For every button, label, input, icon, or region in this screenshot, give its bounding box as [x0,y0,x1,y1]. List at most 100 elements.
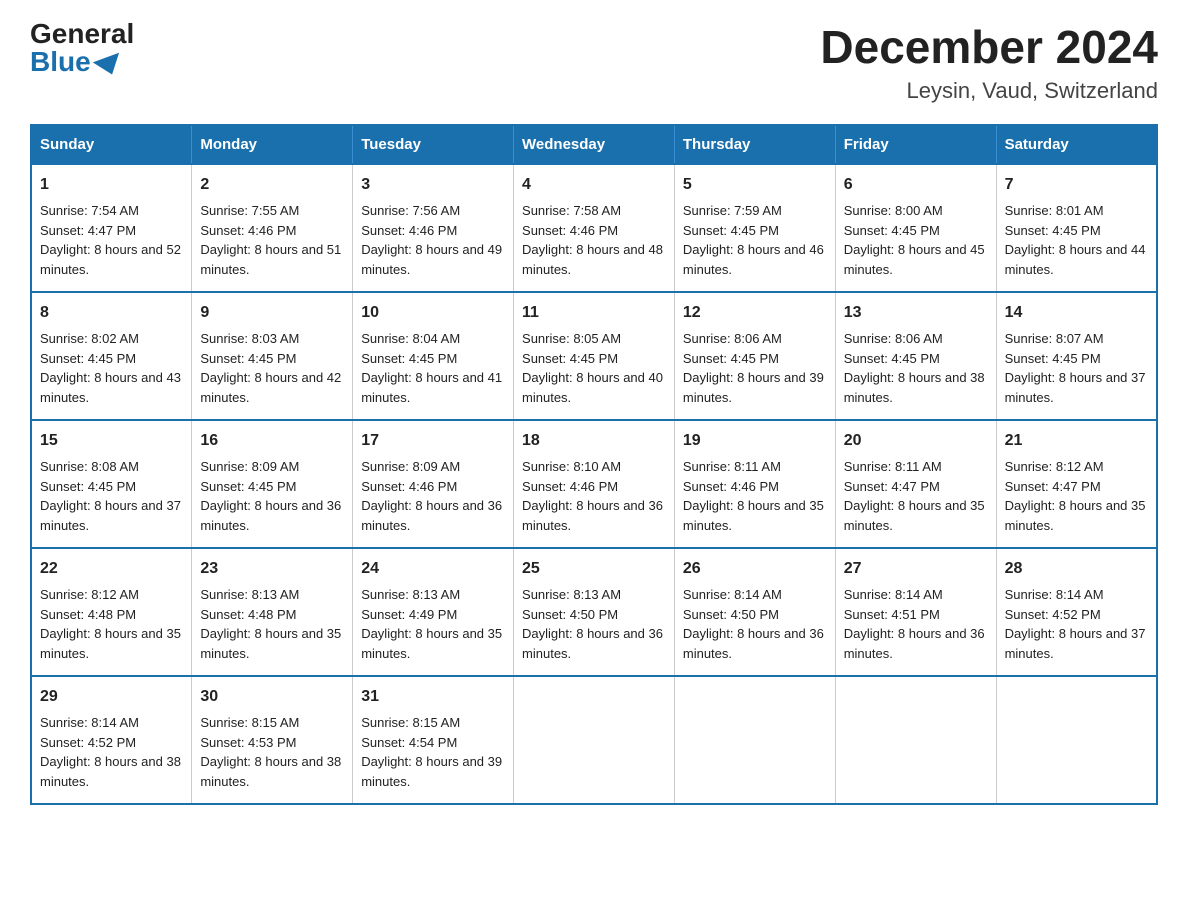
day-info: Sunrise: 8:05 AMSunset: 4:45 PMDaylight:… [522,331,663,405]
calendar-cell: 22 Sunrise: 8:12 AMSunset: 4:48 PMDayligh… [31,548,192,676]
calendar-cell: 20 Sunrise: 8:11 AMSunset: 4:47 PMDayligh… [835,420,996,548]
header-monday: Monday [192,125,353,164]
calendar-cell: 9 Sunrise: 8:03 AMSunset: 4:45 PMDaylight… [192,292,353,420]
day-info: Sunrise: 8:06 AMSunset: 4:45 PMDaylight:… [844,331,985,405]
calendar-header-row: SundayMondayTuesdayWednesdayThursdayFrid… [31,125,1157,164]
page-header: General Blue December 2024 Leysin, Vaud,… [30,20,1158,104]
day-number: 17 [361,429,505,453]
logo: General Blue [30,20,134,76]
day-number: 21 [1005,429,1148,453]
calendar-cell: 1 Sunrise: 7:54 AMSunset: 4:47 PMDaylight… [31,164,192,292]
logo-triangle-icon [92,53,124,79]
calendar-week-row: 1 Sunrise: 7:54 AMSunset: 4:47 PMDaylight… [31,164,1157,292]
calendar-cell: 16 Sunrise: 8:09 AMSunset: 4:45 PMDayligh… [192,420,353,548]
title-block: December 2024 Leysin, Vaud, Switzerland [820,20,1158,104]
calendar-cell: 11 Sunrise: 8:05 AMSunset: 4:45 PMDayligh… [514,292,675,420]
day-number: 29 [40,685,183,709]
calendar-cell [996,676,1157,804]
calendar-cell: 27 Sunrise: 8:14 AMSunset: 4:51 PMDayligh… [835,548,996,676]
day-number: 31 [361,685,505,709]
header-thursday: Thursday [674,125,835,164]
day-info: Sunrise: 8:04 AMSunset: 4:45 PMDaylight:… [361,331,502,405]
calendar-cell: 19 Sunrise: 8:11 AMSunset: 4:46 PMDayligh… [674,420,835,548]
calendar-cell: 30Sunrise: 8:15 AMSunset: 4:53 PMDayligh… [192,676,353,804]
calendar-cell: 23 Sunrise: 8:13 AMSunset: 4:48 PMDayligh… [192,548,353,676]
day-info: Sunrise: 8:13 AMSunset: 4:48 PMDaylight:… [200,587,341,661]
day-info: Sunrise: 7:55 AMSunset: 4:46 PMDaylight:… [200,203,341,277]
day-info: Sunrise: 7:54 AMSunset: 4:47 PMDaylight:… [40,203,181,277]
calendar-cell: 8Sunrise: 8:02 AMSunset: 4:45 PMDaylight… [31,292,192,420]
day-number: 18 [522,429,666,453]
page-subtitle: Leysin, Vaud, Switzerland [820,78,1158,104]
day-info: Sunrise: 8:06 AMSunset: 4:45 PMDaylight:… [683,331,824,405]
calendar-cell: 17 Sunrise: 8:09 AMSunset: 4:46 PMDayligh… [353,420,514,548]
header-sunday: Sunday [31,125,192,164]
calendar-table: SundayMondayTuesdayWednesdayThursdayFrid… [30,124,1158,805]
day-number: 13 [844,301,988,325]
calendar-cell: 31 Sunrise: 8:15 AMSunset: 4:54 PMDayligh… [353,676,514,804]
day-info: Sunrise: 8:13 AMSunset: 4:50 PMDaylight:… [522,587,663,661]
header-saturday: Saturday [996,125,1157,164]
calendar-cell: 28 Sunrise: 8:14 AMSunset: 4:52 PMDayligh… [996,548,1157,676]
day-info: Sunrise: 8:12 AMSunset: 4:47 PMDaylight:… [1005,459,1146,533]
day-info: Sunrise: 8:14 AMSunset: 4:52 PMDaylight:… [1005,587,1146,661]
header-friday: Friday [835,125,996,164]
day-number: 10 [361,301,505,325]
day-number: 24 [361,557,505,581]
day-info: Sunrise: 8:00 AMSunset: 4:45 PMDaylight:… [844,203,985,277]
day-info: Sunrise: 8:07 AMSunset: 4:45 PMDaylight:… [1005,331,1146,405]
day-info: Sunrise: 8:01 AMSunset: 4:45 PMDaylight:… [1005,203,1146,277]
calendar-week-row: 22 Sunrise: 8:12 AMSunset: 4:48 PMDayligh… [31,548,1157,676]
day-info: Sunrise: 8:14 AMSunset: 4:52 PMDaylight:… [40,715,181,789]
day-number: 20 [844,429,988,453]
day-number: 9 [200,301,344,325]
day-number: 19 [683,429,827,453]
day-info: Sunrise: 8:09 AMSunset: 4:46 PMDaylight:… [361,459,502,533]
calendar-cell: 2 Sunrise: 7:55 AMSunset: 4:46 PMDaylight… [192,164,353,292]
calendar-cell: 12Sunrise: 8:06 AMSunset: 4:45 PMDayligh… [674,292,835,420]
day-number: 2 [200,173,344,197]
day-number: 6 [844,173,988,197]
day-info: Sunrise: 8:15 AMSunset: 4:54 PMDaylight:… [361,715,502,789]
day-info: Sunrise: 8:14 AMSunset: 4:51 PMDaylight:… [844,587,985,661]
calendar-cell: 4 Sunrise: 7:58 AMSunset: 4:46 PMDaylight… [514,164,675,292]
calendar-cell: 10 Sunrise: 8:04 AMSunset: 4:45 PMDayligh… [353,292,514,420]
day-number: 26 [683,557,827,581]
day-number: 27 [844,557,988,581]
calendar-cell [674,676,835,804]
day-number: 16 [200,429,344,453]
day-number: 7 [1005,173,1148,197]
day-number: 4 [522,173,666,197]
day-info: Sunrise: 8:11 AMSunset: 4:47 PMDaylight:… [844,459,985,533]
day-info: Sunrise: 8:11 AMSunset: 4:46 PMDaylight:… [683,459,824,533]
calendar-week-row: 8Sunrise: 8:02 AMSunset: 4:45 PMDaylight… [31,292,1157,420]
calendar-cell: 6 Sunrise: 8:00 AMSunset: 4:45 PMDaylight… [835,164,996,292]
day-info: Sunrise: 8:03 AMSunset: 4:45 PMDaylight:… [200,331,341,405]
day-number: 22 [40,557,183,581]
calendar-cell: 18 Sunrise: 8:10 AMSunset: 4:46 PMDayligh… [514,420,675,548]
day-info: Sunrise: 8:08 AMSunset: 4:45 PMDaylight:… [40,459,181,533]
calendar-cell [835,676,996,804]
day-number: 1 [40,173,183,197]
day-number: 14 [1005,301,1148,325]
day-number: 15 [40,429,183,453]
day-info: Sunrise: 7:58 AMSunset: 4:46 PMDaylight:… [522,203,663,277]
header-tuesday: Tuesday [353,125,514,164]
day-number: 23 [200,557,344,581]
day-number: 8 [40,301,183,325]
day-info: Sunrise: 8:12 AMSunset: 4:48 PMDaylight:… [40,587,181,661]
logo-blue-text: Blue [30,48,123,76]
day-number: 30 [200,685,344,709]
day-info: Sunrise: 8:14 AMSunset: 4:50 PMDaylight:… [683,587,824,661]
calendar-cell [514,676,675,804]
day-number: 28 [1005,557,1148,581]
day-number: 5 [683,173,827,197]
day-info: Sunrise: 7:59 AMSunset: 4:45 PMDaylight:… [683,203,824,277]
day-number: 11 [522,301,666,325]
page-title: December 2024 [820,20,1158,74]
calendar-cell: 24Sunrise: 8:13 AMSunset: 4:49 PMDayligh… [353,548,514,676]
day-info: Sunrise: 8:10 AMSunset: 4:46 PMDaylight:… [522,459,663,533]
calendar-cell: 26 Sunrise: 8:14 AMSunset: 4:50 PMDayligh… [674,548,835,676]
day-number: 25 [522,557,666,581]
day-info: Sunrise: 8:09 AMSunset: 4:45 PMDaylight:… [200,459,341,533]
